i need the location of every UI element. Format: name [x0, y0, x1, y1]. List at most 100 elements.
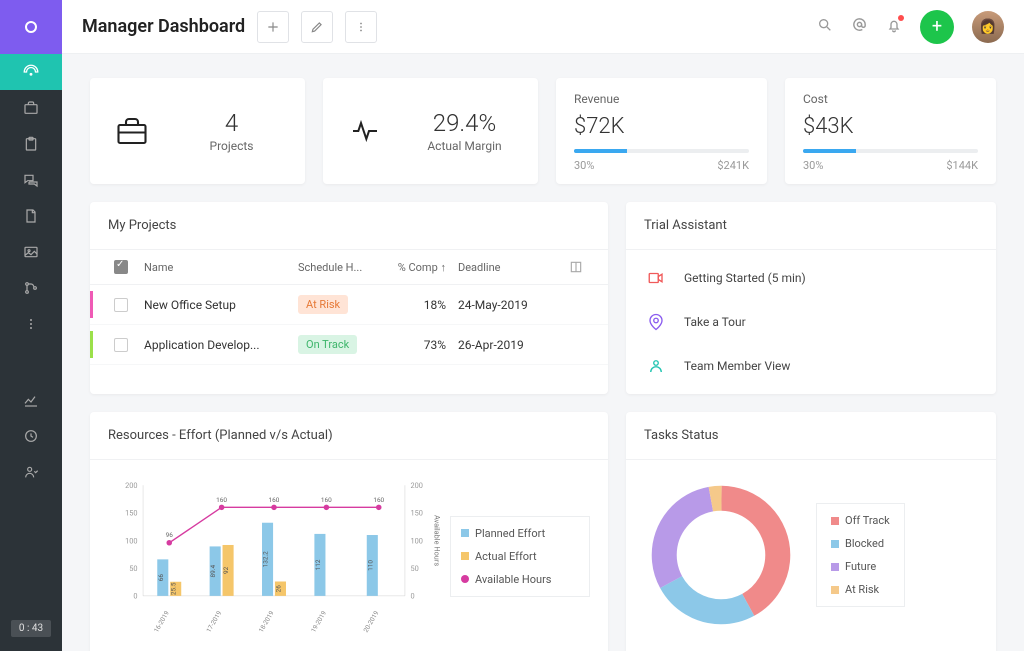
assistant-item[interactable]: Team Member View: [626, 344, 996, 388]
nav-image[interactable]: [0, 234, 62, 270]
page-title: Manager Dashboard: [82, 16, 245, 37]
video-icon: [646, 269, 666, 287]
projects-panel: My Projects Name Schedule H... % Comp ↑ …: [90, 202, 608, 394]
nav-file[interactable]: [0, 198, 62, 234]
svg-text:89.4: 89.4: [209, 564, 217, 577]
assistant-panel: Trial Assistant Getting Started (5 min) …: [626, 202, 996, 394]
assistant-title: Trial Assistant: [626, 202, 996, 250]
cost-card: Cost $43K 30% $144K: [785, 78, 996, 184]
svg-text:100: 100: [410, 536, 422, 545]
notification-icon[interactable]: [886, 17, 902, 37]
project-name: New Office Setup: [138, 298, 298, 312]
project-comp: 18%: [388, 298, 458, 312]
margin-value: 29.4%: [411, 109, 518, 137]
project-comp: 73%: [388, 338, 458, 352]
resources-legend: Planned Effort Actual Effort Available H…: [450, 516, 590, 597]
add-page-button[interactable]: [257, 11, 289, 43]
nav-more[interactable]: [0, 306, 62, 342]
topbar: Manager Dashboard + �: [62, 0, 1024, 54]
more-options-button[interactable]: [345, 11, 377, 43]
svg-text:66: 66: [157, 574, 165, 582]
table-row[interactable]: Application Develop... On Track 73% 26-A…: [90, 325, 608, 365]
svg-text:96: 96: [166, 531, 174, 539]
revenue-card: Revenue $72K 30% $241K: [556, 78, 767, 184]
cost-percent: 30%: [803, 159, 823, 172]
row-checkbox[interactable]: [114, 298, 128, 312]
svg-text:16-2019: 16-2019: [152, 609, 171, 633]
svg-text:200: 200: [125, 481, 137, 490]
svg-text:132.2: 132.2: [262, 551, 270, 568]
revenue-progress: [574, 149, 749, 153]
col-name[interactable]: Name: [138, 261, 298, 274]
legend-item: Future: [831, 560, 890, 573]
tasks-legend: Off TrackBlockedFutureAt Risk: [816, 503, 905, 607]
margin-card: 29.4% Actual Margin: [323, 78, 538, 184]
nav-clipboard[interactable]: [0, 126, 62, 162]
assistant-item[interactable]: Take a Tour: [626, 300, 996, 344]
status-badge: At Risk: [298, 295, 348, 314]
edit-button[interactable]: [301, 11, 333, 43]
row-checkbox[interactable]: [114, 338, 128, 352]
svg-text:17-2019: 17-2019: [205, 609, 224, 633]
revenue-percent: 30%: [574, 159, 594, 172]
col-comp[interactable]: % Comp ↑: [388, 261, 458, 274]
sidebar: 0 : 43: [0, 0, 62, 651]
legend-item: At Risk: [831, 583, 890, 596]
svg-text:160: 160: [373, 496, 384, 504]
projects-panel-title: My Projects: [90, 202, 608, 250]
timer-badge[interactable]: 0 : 43: [11, 620, 51, 637]
assistant-label: Take a Tour: [684, 315, 746, 329]
status-badge: On Track: [298, 335, 357, 354]
nav-chat[interactable]: [0, 162, 62, 198]
resources-chart: 050100150200050100150200Available Hours6…: [108, 476, 440, 637]
briefcase-icon: [110, 113, 154, 149]
svg-text:Available Hours: Available Hours: [432, 515, 440, 566]
nav-git[interactable]: [0, 270, 62, 306]
svg-text:100: 100: [125, 536, 137, 545]
nav-analytics[interactable]: [0, 382, 62, 418]
margin-label: Actual Margin: [411, 139, 518, 153]
global-add-button[interactable]: +: [920, 10, 954, 44]
svg-text:160: 160: [269, 496, 280, 504]
cost-title: Cost: [803, 92, 978, 106]
svg-text:92: 92: [222, 566, 230, 574]
resources-panel: Resources - Effort (Planned v/s Actual) …: [90, 412, 608, 651]
svg-text:18-2019: 18-2019: [257, 609, 276, 633]
col-deadline[interactable]: Deadline: [458, 261, 558, 274]
table-row[interactable]: New Office Setup At Risk 18% 24-May-2019: [90, 285, 608, 325]
logo[interactable]: [0, 0, 62, 54]
user-icon: [646, 357, 666, 375]
svg-text:50: 50: [129, 564, 137, 573]
svg-text:200: 200: [410, 481, 422, 490]
svg-text:25.5: 25.5: [170, 582, 178, 595]
svg-text:150: 150: [410, 509, 422, 518]
columns-icon[interactable]: [558, 260, 594, 274]
project-deadline: 26-Apr-2019: [458, 338, 558, 352]
svg-text:160: 160: [216, 496, 227, 504]
col-schedule[interactable]: Schedule H...: [298, 261, 388, 274]
projects-label: Projects: [178, 139, 285, 153]
assistant-label: Getting Started (5 min): [684, 271, 806, 285]
project-deadline: 24-May-2019: [458, 298, 558, 312]
svg-text:50: 50: [410, 564, 418, 573]
svg-text:20-2019: 20-2019: [362, 609, 381, 633]
cost-progress: [803, 149, 978, 153]
svg-text:110: 110: [366, 560, 374, 571]
legend-item: Blocked: [831, 537, 890, 550]
mention-icon[interactable]: [851, 16, 868, 37]
nav-dashboard[interactable]: [0, 54, 62, 90]
nav-user[interactable]: [0, 454, 62, 490]
nav-time[interactable]: [0, 418, 62, 454]
revenue-total: $241K: [717, 159, 749, 172]
svg-text:0: 0: [410, 592, 414, 601]
svg-text:112: 112: [314, 559, 322, 570]
user-avatar[interactable]: 👩: [972, 11, 1004, 43]
search-icon[interactable]: [817, 17, 833, 37]
nav-projects[interactable]: [0, 90, 62, 126]
pulse-icon: [343, 115, 387, 147]
resources-title: Resources - Effort (Planned v/s Actual): [90, 412, 608, 460]
select-all-checkbox[interactable]: [114, 260, 128, 274]
revenue-value: $72K: [574, 114, 749, 139]
table-header: Name Schedule H... % Comp ↑ Deadline: [90, 250, 608, 285]
assistant-item[interactable]: Getting Started (5 min): [626, 256, 996, 300]
